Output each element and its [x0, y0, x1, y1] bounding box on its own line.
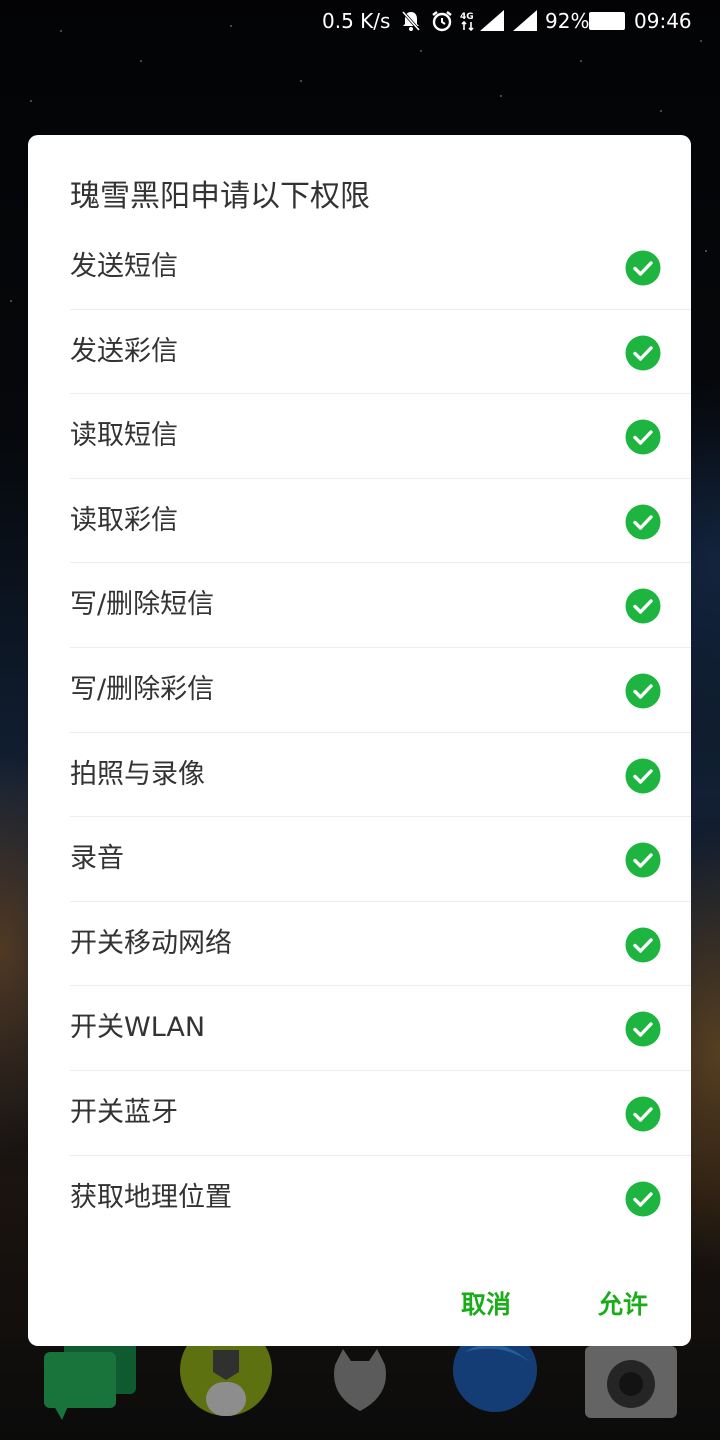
permission-row[interactable]: 获取地理位置 [70, 1156, 691, 1241]
checkmark-icon[interactable] [625, 588, 661, 624]
permission-list: 发送短信发送彩信读取短信读取彩信写/删除短信 写/删除彩信 拍照与录像录音开关移动网… [70, 225, 691, 1240]
checkmark-icon[interactable] [625, 758, 661, 794]
checkmark-icon[interactable] [625, 335, 661, 371]
cancel-button[interactable]: 取消 [461, 1285, 511, 1321]
dialog-title: 瑰雪黑阳申请以下权限 [70, 179, 370, 214]
permission-label: 写/删除彩信 [70, 673, 215, 705]
permission-label: 读取短信 [70, 420, 178, 452]
permission-row[interactable]: 开关蓝牙 [70, 1071, 691, 1156]
permission-row[interactable]: 拍照与录像 [70, 733, 691, 818]
network-speed: 0.5 K/s [322, 9, 391, 33]
permission-row[interactable]: 发送彩信 [70, 310, 691, 395]
permission-label: 开关WLAN [70, 1012, 206, 1044]
checkmark-icon[interactable] [625, 504, 661, 540]
battery-percent: 92% [545, 9, 590, 33]
alarm-icon [432, 11, 452, 32]
clock: 09:46 [634, 9, 692, 33]
permission-label: 录音 [70, 843, 124, 875]
permission-label: 获取地理位置 [70, 1181, 232, 1213]
permission-label: 发送彩信 [70, 335, 178, 367]
permission-label: 读取彩信 [70, 504, 178, 536]
permission-row[interactable]: 发送短信 [70, 225, 691, 310]
allow-button[interactable]: 允许 [598, 1285, 648, 1321]
checkmark-icon[interactable] [625, 1011, 661, 1047]
permission-label: 开关蓝牙 [70, 1096, 178, 1128]
status-bar: 0.5 K/s 4G 92% 09:46 [0, 0, 720, 44]
checkmark-icon[interactable] [625, 250, 661, 286]
checkmark-icon[interactable] [625, 927, 661, 963]
permission-row[interactable]: 录音 [70, 817, 691, 902]
signal-icon [480, 10, 504, 31]
mute-bell-icon [401, 11, 421, 31]
permission-row[interactable]: 写/删除短信 [70, 563, 691, 648]
permission-row[interactable]: 读取短信 [70, 394, 691, 479]
permission-label: 拍照与录像 [70, 758, 205, 790]
permission-label: 发送短信 [70, 251, 178, 282]
permission-row[interactable]: 读取彩信 [70, 479, 691, 564]
permission-row[interactable]: 开关移动网络 [70, 902, 691, 987]
checkmark-icon[interactable] [625, 419, 661, 455]
permission-row[interactable]: 开关WLAN [70, 986, 691, 1071]
checkmark-icon[interactable] [625, 1181, 661, 1217]
permission-dialog: 瑰雪黑阳申请以下权限 发送短信发送彩信读取短信读取彩信写/删除短信 写/删除彩信拍… [28, 135, 691, 1346]
permission-label: 开关移动网络 [70, 927, 232, 959]
4g-data-icon: 4G [460, 12, 474, 32]
checkmark-icon[interactable] [625, 842, 661, 878]
permission-row[interactable]: 写/删除彩信 [70, 648, 691, 733]
permission-label: 写/删除短信 [70, 589, 215, 621]
checkmark-icon[interactable] [625, 1096, 661, 1132]
signal-icon [513, 10, 537, 31]
svg-text:4G: 4G [460, 12, 474, 22]
battery-icon [589, 12, 625, 30]
checkmark-icon[interactable] [625, 673, 661, 709]
